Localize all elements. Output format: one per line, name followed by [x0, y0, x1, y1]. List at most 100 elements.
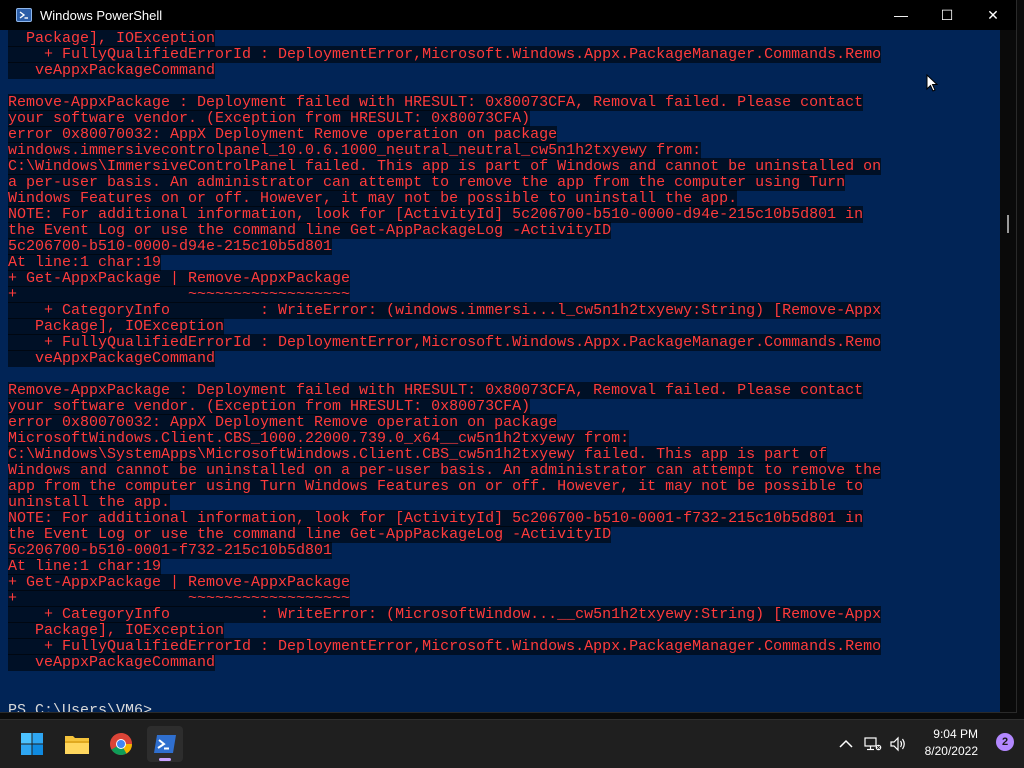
terminal-line: error 0x80070032: AppX Deployment Remove… — [8, 126, 881, 143]
terminal-line: + CategoryInfo : WriteError: (windows.im… — [8, 302, 882, 319]
taskbar: 9:04 PM 8/20/2022 2 — [0, 719, 1024, 768]
notification-badge[interactable]: 2 — [996, 733, 1014, 751]
terminal-line: 5c206700-b510-0000-d94e-215c10b5d801 — [8, 238, 881, 255]
error-text: MicrosoftWindows.Client.CBS_1000.22000.7… — [8, 430, 630, 447]
powershell-taskbar-button[interactable] — [147, 726, 183, 762]
terminal-line: Remove-AppxPackage : Deployment failed w… — [8, 94, 881, 111]
error-text: + Get-AppxPackage | Remove-AppxPackage — [8, 574, 351, 591]
terminal-line: Package], IOException — [8, 318, 881, 335]
error-text: + ~~~~~~~~~~~~~~~~~~ — [8, 590, 351, 607]
close-icon: ✕ — [987, 6, 999, 23]
error-text: + Get-AppxPackage | Remove-AppxPackage — [8, 270, 351, 287]
terminal-line: At line:1 char:19 — [8, 558, 881, 575]
terminal-line: + FullyQualifiedErrorId : DeploymentErro… — [8, 334, 882, 351]
error-text: windows.immersivecontrolpanel_10.0.6.100… — [8, 142, 702, 159]
error-text: Remove-AppxPackage : Deployment failed w… — [8, 382, 864, 399]
taskbar-clock[interactable]: 9:04 PM 8/20/2022 — [925, 726, 978, 760]
error-text: Remove-AppxPackage : Deployment failed w… — [8, 94, 864, 111]
error-text: the Event Log or use the command line Ge… — [8, 222, 612, 239]
active-app-indicator — [159, 758, 171, 761]
error-text: Windows and cannot be uninstalled on a p… — [8, 462, 882, 479]
error-text: + FullyQualifiedErrorId : DeploymentErro… — [8, 334, 882, 351]
error-text: your software vendor. (Exception from HR… — [8, 398, 531, 415]
terminal-line: Remove-AppxPackage : Deployment failed w… — [8, 382, 881, 399]
terminal-line: Package], IOException — [8, 622, 881, 639]
network-icon — [864, 737, 882, 751]
terminal-line: + FullyQualifiedErrorId : DeploymentErro… — [8, 638, 882, 655]
chrome-button[interactable] — [103, 726, 139, 762]
terminal-line: C:\Windows\SystemApps\MicrosoftWindows.C… — [8, 446, 881, 463]
window-controls: — ☐ ✕ — [878, 0, 1016, 30]
error-text: + ~~~~~~~~~~~~~~~~~~ — [8, 286, 351, 303]
error-text: Package], IOException — [8, 30, 216, 47]
terminal-line: veAppxPackageCommand — [8, 654, 881, 671]
terminal-line: Windows Features on or off. However, it … — [8, 190, 881, 207]
network-button[interactable] — [863, 734, 883, 754]
terminal-output[interactable]: Package], IOException + FullyQualifiedEr… — [0, 30, 1000, 712]
error-text: Package], IOException — [8, 318, 225, 335]
error-text: Package], IOException — [8, 622, 225, 639]
windows-start-icon — [21, 733, 43, 755]
error-text: NOTE: For additional information, look f… — [8, 206, 864, 223]
file-explorer-button[interactable] — [59, 726, 95, 762]
terminal-line: app from the computer using Turn Windows… — [8, 478, 881, 495]
terminal-line: the Event Log or use the command line Ge… — [8, 526, 881, 543]
error-text: + FullyQualifiedErrorId : DeploymentErro… — [8, 638, 882, 655]
error-text: + CategoryInfo : WriteError: (MicrosoftW… — [8, 606, 882, 623]
file-explorer-icon — [65, 736, 89, 754]
volume-button[interactable] — [888, 734, 908, 754]
error-text: veAppxPackageCommand — [8, 350, 216, 367]
desktop: Windows PowerShell — ☐ ✕ Package], IOExc… — [0, 0, 1024, 768]
error-text: veAppxPackageCommand — [8, 62, 216, 79]
terminal-line: + FullyQualifiedErrorId : DeploymentErro… — [8, 46, 882, 63]
chevron-up-icon — [839, 739, 853, 748]
chrome-icon — [110, 733, 132, 755]
error-text: a per-user basis. An administrator can a… — [8, 174, 846, 191]
error-text: the Event Log or use the command line Ge… — [8, 526, 612, 543]
terminal-line: + ~~~~~~~~~~~~~~~~~~ — [8, 286, 881, 303]
terminal-line: NOTE: For additional information, look f… — [8, 510, 881, 527]
title-bar[interactable]: Windows PowerShell — ☐ ✕ — [0, 0, 1016, 30]
powershell-icon — [154, 735, 176, 753]
clock-time: 9:04 PM — [933, 727, 978, 741]
minimize-button[interactable]: — — [878, 0, 924, 30]
show-hidden-icons-button[interactable] — [836, 734, 856, 754]
terminal-line: At line:1 char:19 — [8, 254, 881, 271]
terminal-line: uninstall the app. — [8, 494, 881, 511]
error-text: app from the computer using Turn Windows… — [8, 478, 864, 495]
terminal-line: C:\Windows\ImmersiveControlPanel failed.… — [8, 158, 882, 175]
window-title: Windows PowerShell — [40, 7, 163, 23]
powershell-window[interactable]: Windows PowerShell — ☐ ✕ Package], IOExc… — [0, 0, 1016, 712]
error-text: C:\Windows\ImmersiveControlPanel failed.… — [8, 158, 882, 175]
terminal-line: 5c206700-b510-0001-f732-215c10b5d801 — [8, 542, 881, 559]
error-text: C:\Windows\SystemApps\MicrosoftWindows.C… — [8, 446, 828, 463]
prompt-line[interactable]: PS C:\Users\VM6> — [8, 703, 881, 713]
error-text: 5c206700-b510-0000-d94e-215c10b5d801 — [8, 238, 333, 255]
scrollbar-thumb[interactable] — [1007, 215, 1009, 233]
terminal-line: veAppxPackageCommand — [8, 62, 881, 79]
terminal-line: + CategoryInfo : WriteError: (MicrosoftW… — [8, 606, 882, 623]
error-text: uninstall the app. — [8, 494, 171, 511]
maximize-button[interactable]: ☐ — [924, 0, 970, 30]
terminal-line: + ~~~~~~~~~~~~~~~~~~ — [8, 590, 881, 607]
error-text: At line:1 char:19 — [8, 558, 162, 575]
error-text: error 0x80070032: AppX Deployment Remove… — [8, 126, 558, 143]
terminal-line: windows.immersivecontrolpanel_10.0.6.100… — [8, 142, 881, 159]
terminal-line: Package], IOException — [8, 30, 881, 47]
speaker-icon — [890, 736, 905, 752]
terminal-line: veAppxPackageCommand — [8, 350, 881, 367]
terminal-line: + Get-AppxPackage | Remove-AppxPackage — [8, 270, 881, 287]
minimize-icon: — — [894, 7, 908, 23]
error-text: 5c206700-b510-0001-f732-215c10b5d801 — [8, 542, 333, 559]
error-text: error 0x80070032: AppX Deployment Remove… — [8, 414, 558, 431]
terminal-line: MicrosoftWindows.Client.CBS_1000.22000.7… — [8, 430, 881, 447]
vertical-scrollbar[interactable] — [1000, 30, 1016, 712]
terminal-line: a per-user basis. An administrator can a… — [8, 174, 881, 191]
start-button[interactable] — [14, 726, 50, 762]
clock-date: 8/20/2022 — [924, 744, 978, 758]
close-button[interactable]: ✕ — [970, 0, 1016, 30]
terminal-line: Windows and cannot be uninstalled on a p… — [8, 462, 882, 479]
